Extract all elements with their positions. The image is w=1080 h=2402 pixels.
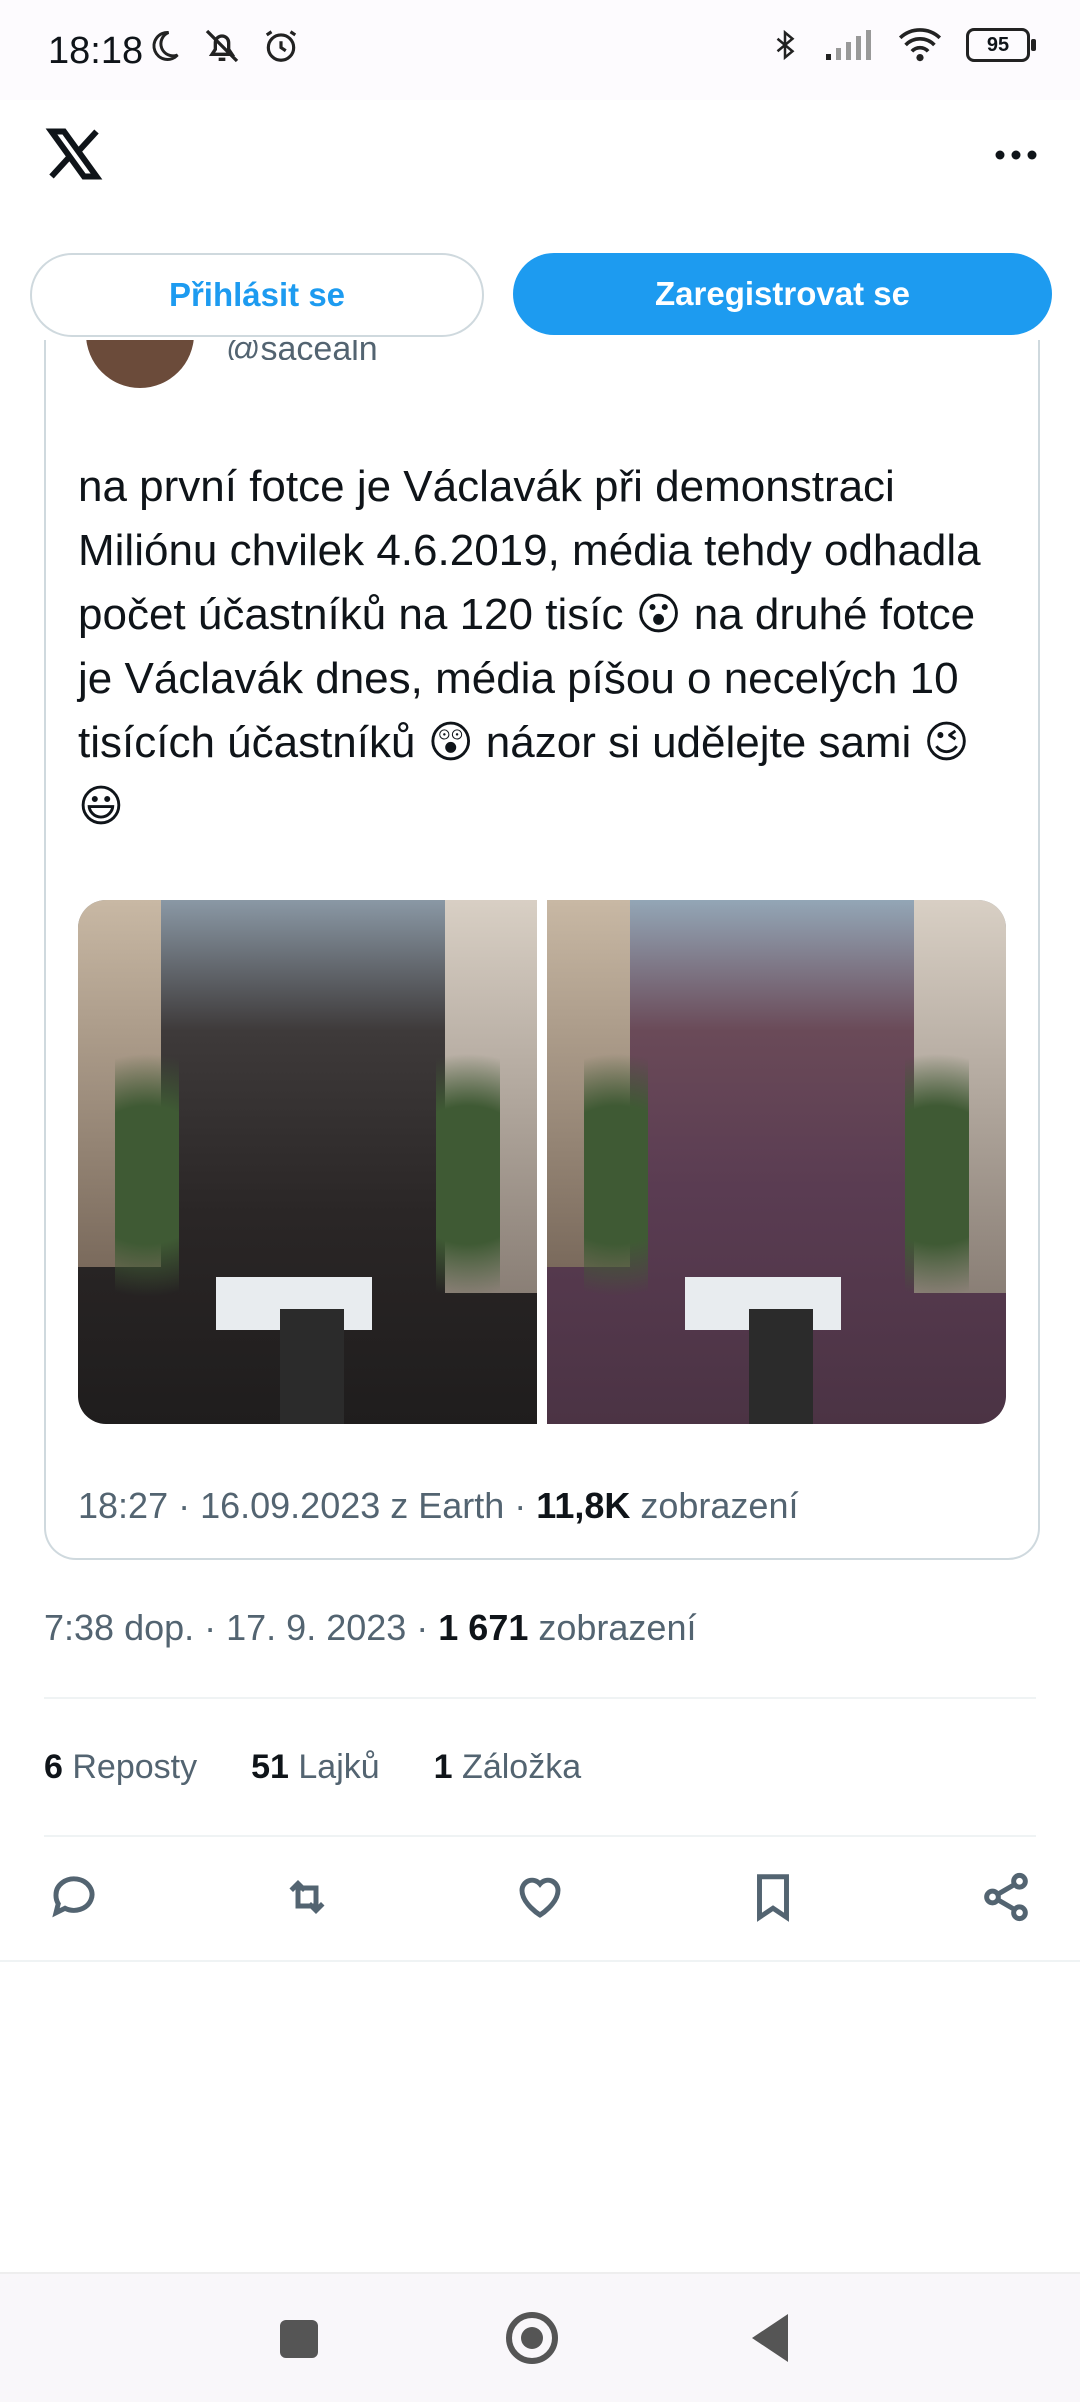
wifi-icon — [898, 28, 942, 62]
photo-grid — [78, 900, 1006, 1424]
tweet-views-count: 1 671 — [438, 1607, 529, 1648]
reply-button[interactable] — [44, 1867, 104, 1927]
clock: 18:18 — [48, 30, 144, 72]
divider — [44, 1835, 1036, 1837]
battery-indicator: 95 — [966, 28, 1036, 62]
quoted-tweet-meta: 18:27 · 16.09.2023 z Earth · 11,8K zobra… — [78, 1485, 799, 1526]
bluetooth-icon — [776, 29, 795, 61]
reply-icon — [52, 1876, 95, 1918]
share-button[interactable] — [976, 1867, 1036, 1927]
status-bar: 18:18 95 — [0, 0, 1080, 100]
divider — [44, 1697, 1036, 1699]
quoted-handle[interactable]: @sacealn — [226, 340, 378, 360]
bookmark-icon — [757, 1874, 789, 1922]
back-button[interactable] — [752, 2314, 788, 2362]
photo-demonstration-2019[interactable] — [78, 900, 537, 1424]
tweet-meta: 7:38 dop. · 17. 9. 2023 · 1 671 zobrazen… — [44, 1607, 697, 1648]
like-button[interactable] — [510, 1867, 570, 1927]
register-button[interactable]: Zaregistrovat se — [513, 253, 1052, 335]
more-options-icon[interactable] — [988, 140, 1044, 170]
quoted-tweet-card[interactable]: @sacealn na první fotce je Václavák při … — [44, 340, 1040, 1560]
bookmarks-stat[interactable]: 1 Záložka — [434, 1748, 581, 1787]
likes-stat[interactable]: 51 Lajků — [251, 1748, 380, 1787]
repost-button[interactable] — [277, 1867, 337, 1927]
heart-icon — [519, 1877, 561, 1918]
share-icon — [984, 1872, 1028, 1922]
x-logo-icon[interactable] — [44, 124, 104, 184]
home-button[interactable] — [506, 2312, 558, 2364]
engagement-stats: 6 Reposty 51 Lajků 1 Záložka — [44, 1748, 581, 1787]
recents-button[interactable] — [280, 2320, 318, 2358]
login-button[interactable]: Přihlásit se — [30, 253, 484, 337]
quoted-views-count: 11,8K — [536, 1485, 631, 1526]
bookmark-button[interactable] — [743, 1867, 803, 1927]
system-nav-bar — [0, 2272, 1080, 2402]
photo-demonstration-2023[interactable] — [547, 900, 1006, 1424]
avatar[interactable] — [86, 340, 194, 388]
alarm-icon — [265, 30, 297, 62]
moon-icon — [152, 30, 179, 61]
repost-icon — [289, 1879, 325, 1915]
quoted-tweet-text: na první fotce je Václavák při demonstra… — [78, 462, 981, 831]
signal-icon — [826, 30, 871, 60]
notifications-off-icon — [205, 29, 239, 63]
reposts-stat[interactable]: 6 Reposty — [44, 1748, 197, 1787]
divider — [0, 1960, 1080, 1962]
top-header — [0, 100, 1080, 240]
tweet-actions — [44, 1862, 1036, 1932]
